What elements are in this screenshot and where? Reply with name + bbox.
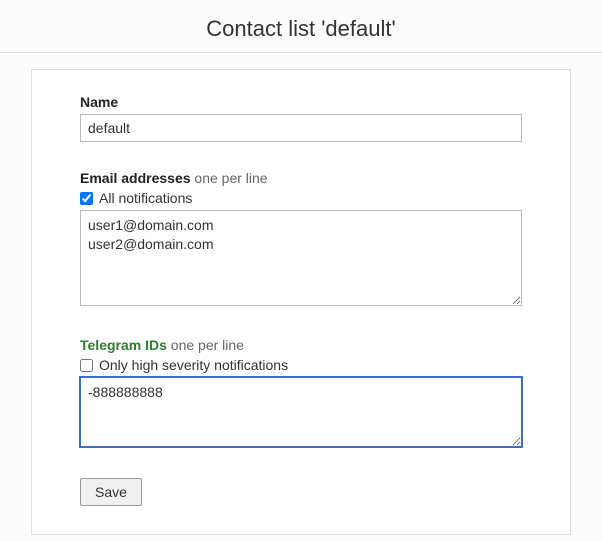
email-textarea[interactable] <box>80 210 522 306</box>
email-hint: one per line <box>194 170 267 186</box>
telegram-severity-checkbox[interactable] <box>80 359 93 372</box>
email-checkbox-label: All notifications <box>99 190 192 206</box>
contact-form: Name Email addresses one per line All no… <box>31 69 571 535</box>
name-group: Name <box>80 94 522 142</box>
telegram-label: Telegram IDs <box>80 337 167 353</box>
divider <box>0 52 602 53</box>
telegram-checkbox-label: Only high severity notifications <box>99 357 288 373</box>
telegram-textarea[interactable] <box>80 377 522 447</box>
telegram-group: Telegram IDs one per line Only high seve… <box>80 337 522 450</box>
save-button[interactable]: Save <box>80 478 142 506</box>
telegram-hint: one per line <box>171 337 244 353</box>
email-group: Email addresses one per line All notific… <box>80 170 522 309</box>
email-label: Email addresses <box>80 170 191 186</box>
name-input[interactable] <box>80 114 522 142</box>
email-all-notifications-checkbox[interactable] <box>80 192 93 205</box>
name-label: Name <box>80 94 118 110</box>
page-title: Contact list 'default' <box>0 0 602 52</box>
